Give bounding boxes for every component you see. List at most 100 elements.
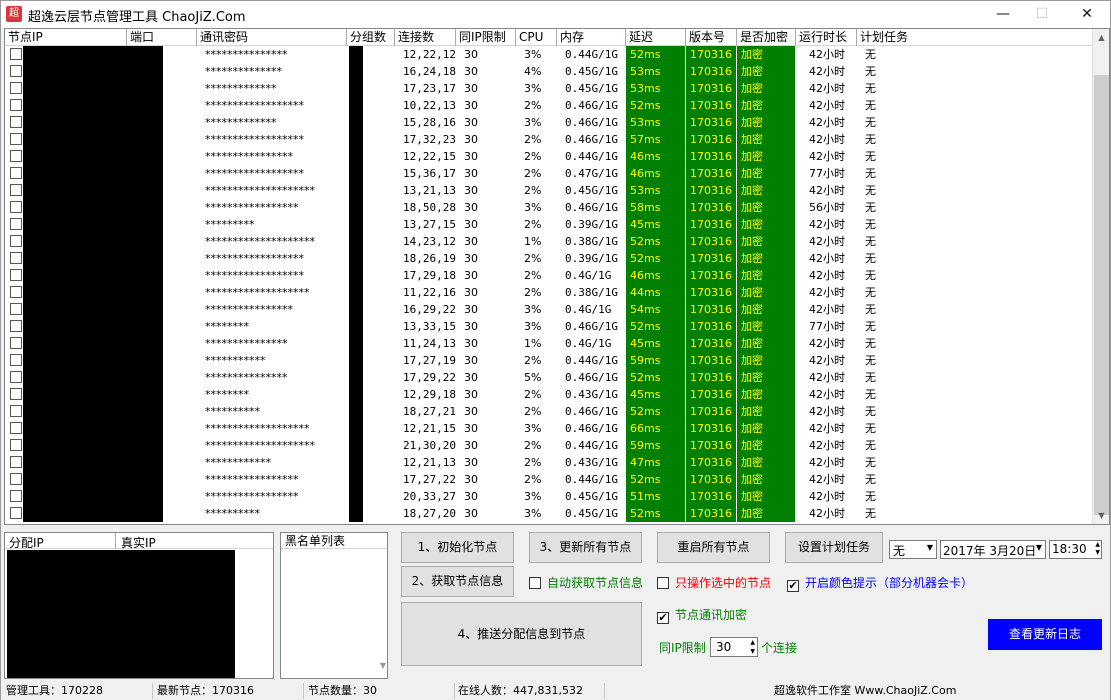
- table-row[interactable]: **************** 16,29,22 30 3% 0.4G/1G 54ms 1…: [5, 301, 1095, 318]
- row-checkbox[interactable]: [10, 354, 22, 366]
- table-row[interactable]: ********** 18,27,21 30 2% 0.46G/1G 52ms 170316…: [5, 403, 1095, 420]
- col-node-ip[interactable]: 节点IP: [5, 29, 127, 46]
- row-checkbox[interactable]: [10, 218, 22, 230]
- col-cpu[interactable]: CPU: [516, 29, 557, 46]
- table-row[interactable]: ************ 12,21,13 30 2% 0.43G/1G 47ms 1703…: [5, 454, 1095, 471]
- row-checkbox[interactable]: [10, 48, 22, 60]
- row-checkbox[interactable]: [10, 99, 22, 111]
- only-selected-checkbox[interactable]: 只操作选中的节点: [657, 574, 771, 591]
- table-row[interactable]: ******** 12,29,18 30 2% 0.43G/1G 45ms 170316 加密…: [5, 386, 1095, 403]
- ip-limit-spinner[interactable]: 30 ▲ ▼: [710, 637, 758, 657]
- table-row[interactable]: *************** 11,24,13 30 1% 0.4G/1G 45ms 17…: [5, 335, 1095, 352]
- col-connections[interactable]: 连接数: [395, 29, 456, 46]
- close-button[interactable]: ✕: [1064, 1, 1110, 28]
- col-encrypted[interactable]: 是否加密: [737, 29, 796, 46]
- checkbox-box[interactable]: [657, 577, 669, 589]
- table-row[interactable]: ***************** 18,50,28 30 3% 0.46G/1G 58m…: [5, 199, 1095, 216]
- row-checkbox[interactable]: [10, 150, 22, 162]
- blacklist-panel[interactable]: 黑名单列表 ▼: [280, 532, 388, 679]
- time-spin-down-icon[interactable]: ▼: [1095, 549, 1100, 557]
- table-row[interactable]: ************* 15,28,16 30 3% 0.46G/1G 53ms 170…: [5, 114, 1095, 131]
- spin-up-icon[interactable]: ▲: [750, 638, 755, 647]
- row-checkbox[interactable]: [10, 507, 22, 519]
- restart-all-button[interactable]: 重启所有节点: [657, 532, 770, 563]
- table-row[interactable]: ***************** 17,27,22 30 2% 0.44G/1G 52m…: [5, 471, 1095, 488]
- col-assign-ip[interactable]: 分配IP: [9, 534, 44, 551]
- table-row[interactable]: *************** 17,29,22 30 5% 0.46G/1G 52ms 1…: [5, 369, 1095, 386]
- scroll-down-icon[interactable]: ▼: [1093, 507, 1109, 524]
- col-schedule[interactable]: 计划任务: [857, 29, 1095, 46]
- col-latency[interactable]: 延迟: [626, 29, 686, 46]
- changelog-button[interactable]: 查看更新日志: [988, 619, 1102, 650]
- row-checkbox[interactable]: [10, 167, 22, 179]
- col-uptime[interactable]: 运行时长: [796, 29, 857, 46]
- row-checkbox[interactable]: [10, 405, 22, 417]
- table-row[interactable]: ******************* 12,21,15 30 3% 0.46G/1G 6…: [5, 420, 1095, 437]
- table-row[interactable]: ****************** 17,32,23 30 2% 0.46G/1G 57…: [5, 131, 1095, 148]
- scroll-thumb[interactable]: [1094, 75, 1109, 515]
- table-row[interactable]: ******************* 11,22,16 30 2% 0.38G/1G 4…: [5, 284, 1095, 301]
- assign-ip-list[interactable]: 分配IP 真实IP: [4, 532, 274, 679]
- row-checkbox[interactable]: [10, 320, 22, 332]
- task-date-picker[interactable]: 2017年 3月20日 ▼: [940, 540, 1046, 559]
- table-row[interactable]: ***************** 20,33,27 30 3% 0.45G/1G 51m…: [5, 488, 1095, 505]
- checkbox-box[interactable]: [529, 577, 541, 589]
- col-port[interactable]: 端口: [127, 29, 197, 46]
- table-row[interactable]: ******************** 13,21,13 30 2% 0.45G/1G…: [5, 182, 1095, 199]
- table-row[interactable]: ********** 18,27,20 30 3% 0.45G/1G 52ms 170316…: [5, 505, 1095, 522]
- check-mark-icon[interactable]: ✔: [657, 612, 669, 624]
- row-checkbox[interactable]: [10, 235, 22, 247]
- table-row[interactable]: ****************** 15,36,17 30 2% 0.47G/1G 46…: [5, 165, 1095, 182]
- row-checkbox[interactable]: [10, 133, 22, 145]
- task-time-picker[interactable]: 18:30 ▲ ▼: [1049, 540, 1102, 559]
- dropdown-arrow-icon[interactable]: ▼: [927, 543, 933, 552]
- check-mark-icon[interactable]: ✔: [787, 580, 799, 592]
- row-checkbox[interactable]: [10, 422, 22, 434]
- update-all-button[interactable]: 3、更新所有节点: [529, 532, 642, 563]
- row-checkbox[interactable]: [10, 371, 22, 383]
- node-grid[interactable]: 节点IP 端口 通讯密码 分组数 连接数 同IP限制 CPU 内存 延迟 版本号…: [4, 28, 1110, 525]
- task-mode-select[interactable]: 无 ▼: [889, 540, 937, 559]
- table-row[interactable]: ******************** 14,23,12 30 1% 0.38G/1G…: [5, 233, 1095, 250]
- get-node-info-button[interactable]: 2、获取节点信息: [401, 566, 514, 597]
- table-row[interactable]: ************** 16,24,18 30 4% 0.45G/1G 53ms 17…: [5, 63, 1095, 80]
- init-nodes-button[interactable]: 1、初始化节点: [401, 532, 514, 563]
- color-hint-checkbox[interactable]: ✔ 开启颜色提示（部分机器会卡）: [787, 574, 973, 592]
- row-checkbox[interactable]: [10, 269, 22, 281]
- row-checkbox[interactable]: [10, 439, 22, 451]
- row-checkbox[interactable]: [10, 337, 22, 349]
- row-checkbox[interactable]: [10, 456, 22, 468]
- col-version[interactable]: 版本号: [686, 29, 737, 46]
- col-ip-limit[interactable]: 同IP限制: [456, 29, 516, 46]
- row-checkbox[interactable]: [10, 116, 22, 128]
- row-checkbox[interactable]: [10, 473, 22, 485]
- push-assign-button[interactable]: 4、推送分配信息到节点: [401, 602, 642, 666]
- table-row[interactable]: **************** 12,22,15 30 2% 0.44G/1G 46ms…: [5, 148, 1095, 165]
- row-checkbox[interactable]: [10, 184, 22, 196]
- table-row[interactable]: ****************** 10,22,13 30 2% 0.46G/1G 52…: [5, 97, 1095, 114]
- row-checkbox[interactable]: [10, 490, 22, 502]
- table-row[interactable]: ******************** 21,30,20 30 2% 0.44G/1G…: [5, 437, 1095, 454]
- maximize-button[interactable]: ☐: [1019, 1, 1065, 28]
- col-real-ip[interactable]: 真实IP: [121, 534, 156, 551]
- table-row[interactable]: *********** 17,27,19 30 2% 0.44G/1G 59ms 17031…: [5, 352, 1095, 369]
- table-row[interactable]: *************** 12,22,12 30 3% 0.44G/1G 52ms 1…: [5, 46, 1095, 63]
- row-checkbox[interactable]: [10, 65, 22, 77]
- col-password[interactable]: 通讯密码: [197, 29, 347, 46]
- encrypt-checkbox[interactable]: ✔ 节点通讯加密: [657, 606, 747, 624]
- table-row[interactable]: ****************** 18,26,19 30 2% 0.39G/1G 52…: [5, 250, 1095, 267]
- row-checkbox[interactable]: [10, 252, 22, 264]
- table-row[interactable]: ****************** 17,29,18 30 2% 0.4G/1G 46m…: [5, 267, 1095, 284]
- col-memory[interactable]: 内存: [557, 29, 626, 46]
- col-groups[interactable]: 分组数: [347, 29, 395, 46]
- scroll-up-icon[interactable]: ▲: [1093, 29, 1109, 46]
- row-checkbox[interactable]: [10, 82, 22, 94]
- time-spin-up-icon[interactable]: ▲: [1095, 541, 1100, 549]
- table-row[interactable]: ************* 17,23,17 30 3% 0.45G/1G 53ms 170…: [5, 80, 1095, 97]
- chevron-down-icon[interactable]: ▼: [380, 661, 386, 670]
- table-row[interactable]: ******** 13,33,15 30 3% 0.46G/1G 52ms 170316 加密…: [5, 318, 1095, 335]
- row-checkbox[interactable]: [10, 388, 22, 400]
- spin-down-icon[interactable]: ▼: [750, 647, 755, 656]
- auto-get-checkbox[interactable]: 自动获取节点信息: [529, 574, 643, 591]
- calendar-dropdown-icon[interactable]: ▼: [1036, 543, 1042, 552]
